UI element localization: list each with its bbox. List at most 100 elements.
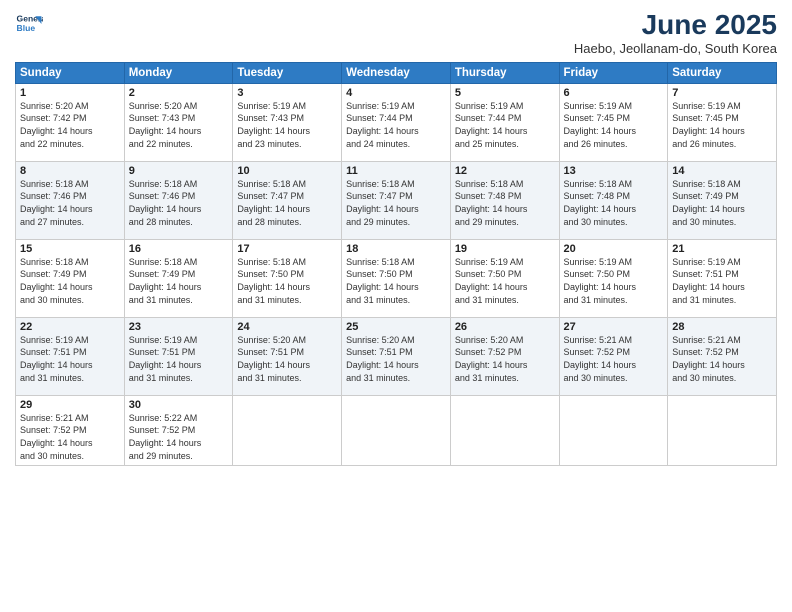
day-info: Sunrise: 5:20 AM Sunset: 7:52 PM Dayligh… <box>455 334 555 384</box>
day-number: 9 <box>129 165 229 177</box>
table-row: 14Sunrise: 5:18 AM Sunset: 7:49 PM Dayli… <box>668 161 777 239</box>
day-number: 29 <box>20 399 120 411</box>
calendar-header-sunday: Sunday <box>16 62 125 83</box>
title-block: June 2025 Haebo, Jeollanam-do, South Kor… <box>574 10 777 56</box>
table-row: 4Sunrise: 5:19 AM Sunset: 7:44 PM Daylig… <box>342 83 451 161</box>
table-row: 12Sunrise: 5:18 AM Sunset: 7:48 PM Dayli… <box>450 161 559 239</box>
day-number: 10 <box>237 165 337 177</box>
day-number: 1 <box>20 87 120 99</box>
day-number: 28 <box>672 321 772 333</box>
day-info: Sunrise: 5:18 AM Sunset: 7:50 PM Dayligh… <box>237 256 337 306</box>
day-info: Sunrise: 5:18 AM Sunset: 7:48 PM Dayligh… <box>455 178 555 228</box>
day-number: 4 <box>346 87 446 99</box>
table-row: 23Sunrise: 5:19 AM Sunset: 7:51 PM Dayli… <box>124 317 233 395</box>
day-info: Sunrise: 5:18 AM Sunset: 7:47 PM Dayligh… <box>237 178 337 228</box>
day-number: 23 <box>129 321 229 333</box>
day-number: 5 <box>455 87 555 99</box>
day-number: 15 <box>20 243 120 255</box>
table-row <box>233 395 342 465</box>
day-number: 21 <box>672 243 772 255</box>
table-row: 9Sunrise: 5:18 AM Sunset: 7:46 PM Daylig… <box>124 161 233 239</box>
table-row: 28Sunrise: 5:21 AM Sunset: 7:52 PM Dayli… <box>668 317 777 395</box>
table-row: 2Sunrise: 5:20 AM Sunset: 7:43 PM Daylig… <box>124 83 233 161</box>
calendar-header-friday: Friday <box>559 62 668 83</box>
day-info: Sunrise: 5:19 AM Sunset: 7:50 PM Dayligh… <box>455 256 555 306</box>
table-row: 25Sunrise: 5:20 AM Sunset: 7:51 PM Dayli… <box>342 317 451 395</box>
day-number: 27 <box>564 321 664 333</box>
day-number: 18 <box>346 243 446 255</box>
day-info: Sunrise: 5:22 AM Sunset: 7:52 PM Dayligh… <box>129 412 229 462</box>
day-number: 14 <box>672 165 772 177</box>
calendar-header-thursday: Thursday <box>450 62 559 83</box>
day-info: Sunrise: 5:19 AM Sunset: 7:44 PM Dayligh… <box>346 100 446 150</box>
calendar-header-saturday: Saturday <box>668 62 777 83</box>
calendar-header-wednesday: Wednesday <box>342 62 451 83</box>
day-info: Sunrise: 5:21 AM Sunset: 7:52 PM Dayligh… <box>20 412 120 462</box>
table-row: 3Sunrise: 5:19 AM Sunset: 7:43 PM Daylig… <box>233 83 342 161</box>
table-row: 29Sunrise: 5:21 AM Sunset: 7:52 PM Dayli… <box>16 395 125 465</box>
table-row: 10Sunrise: 5:18 AM Sunset: 7:47 PM Dayli… <box>233 161 342 239</box>
table-row: 20Sunrise: 5:19 AM Sunset: 7:50 PM Dayli… <box>559 239 668 317</box>
day-number: 16 <box>129 243 229 255</box>
table-row: 7Sunrise: 5:19 AM Sunset: 7:45 PM Daylig… <box>668 83 777 161</box>
day-number: 25 <box>346 321 446 333</box>
calendar-table: SundayMondayTuesdayWednesdayThursdayFrid… <box>15 62 777 466</box>
table-row: 13Sunrise: 5:18 AM Sunset: 7:48 PM Dayli… <box>559 161 668 239</box>
table-row: 26Sunrise: 5:20 AM Sunset: 7:52 PM Dayli… <box>450 317 559 395</box>
day-info: Sunrise: 5:18 AM Sunset: 7:49 PM Dayligh… <box>20 256 120 306</box>
calendar-header-tuesday: Tuesday <box>233 62 342 83</box>
day-info: Sunrise: 5:21 AM Sunset: 7:52 PM Dayligh… <box>672 334 772 384</box>
day-info: Sunrise: 5:20 AM Sunset: 7:51 PM Dayligh… <box>346 334 446 384</box>
day-number: 17 <box>237 243 337 255</box>
table-row <box>668 395 777 465</box>
day-number: 6 <box>564 87 664 99</box>
day-info: Sunrise: 5:18 AM Sunset: 7:47 PM Dayligh… <box>346 178 446 228</box>
svg-text:Blue: Blue <box>17 23 36 33</box>
day-number: 24 <box>237 321 337 333</box>
day-info: Sunrise: 5:21 AM Sunset: 7:52 PM Dayligh… <box>564 334 664 384</box>
day-info: Sunrise: 5:19 AM Sunset: 7:45 PM Dayligh… <box>564 100 664 150</box>
table-row <box>342 395 451 465</box>
day-number: 8 <box>20 165 120 177</box>
day-number: 22 <box>20 321 120 333</box>
table-row: 17Sunrise: 5:18 AM Sunset: 7:50 PM Dayli… <box>233 239 342 317</box>
day-info: Sunrise: 5:19 AM Sunset: 7:43 PM Dayligh… <box>237 100 337 150</box>
page-title: June 2025 <box>574 10 777 41</box>
day-info: Sunrise: 5:18 AM Sunset: 7:48 PM Dayligh… <box>564 178 664 228</box>
table-row: 21Sunrise: 5:19 AM Sunset: 7:51 PM Dayli… <box>668 239 777 317</box>
day-number: 11 <box>346 165 446 177</box>
day-info: Sunrise: 5:18 AM Sunset: 7:49 PM Dayligh… <box>129 256 229 306</box>
day-info: Sunrise: 5:18 AM Sunset: 7:49 PM Dayligh… <box>672 178 772 228</box>
table-row: 18Sunrise: 5:18 AM Sunset: 7:50 PM Dayli… <box>342 239 451 317</box>
page-subtitle: Haebo, Jeollanam-do, South Korea <box>574 41 777 56</box>
day-info: Sunrise: 5:18 AM Sunset: 7:50 PM Dayligh… <box>346 256 446 306</box>
table-row: 5Sunrise: 5:19 AM Sunset: 7:44 PM Daylig… <box>450 83 559 161</box>
day-number: 3 <box>237 87 337 99</box>
day-number: 26 <box>455 321 555 333</box>
table-row: 1Sunrise: 5:20 AM Sunset: 7:42 PM Daylig… <box>16 83 125 161</box>
day-info: Sunrise: 5:20 AM Sunset: 7:51 PM Dayligh… <box>237 334 337 384</box>
table-row <box>450 395 559 465</box>
day-number: 19 <box>455 243 555 255</box>
day-info: Sunrise: 5:20 AM Sunset: 7:43 PM Dayligh… <box>129 100 229 150</box>
day-info: Sunrise: 5:18 AM Sunset: 7:46 PM Dayligh… <box>20 178 120 228</box>
day-number: 12 <box>455 165 555 177</box>
day-number: 7 <box>672 87 772 99</box>
table-row: 16Sunrise: 5:18 AM Sunset: 7:49 PM Dayli… <box>124 239 233 317</box>
day-number: 2 <box>129 87 229 99</box>
table-row: 11Sunrise: 5:18 AM Sunset: 7:47 PM Dayli… <box>342 161 451 239</box>
day-info: Sunrise: 5:19 AM Sunset: 7:51 PM Dayligh… <box>672 256 772 306</box>
logo: General Blue <box>15 10 43 38</box>
day-info: Sunrise: 5:19 AM Sunset: 7:44 PM Dayligh… <box>455 100 555 150</box>
table-row: 6Sunrise: 5:19 AM Sunset: 7:45 PM Daylig… <box>559 83 668 161</box>
table-row: 8Sunrise: 5:18 AM Sunset: 7:46 PM Daylig… <box>16 161 125 239</box>
day-number: 13 <box>564 165 664 177</box>
table-row: 15Sunrise: 5:18 AM Sunset: 7:49 PM Dayli… <box>16 239 125 317</box>
day-info: Sunrise: 5:20 AM Sunset: 7:42 PM Dayligh… <box>20 100 120 150</box>
day-info: Sunrise: 5:19 AM Sunset: 7:45 PM Dayligh… <box>672 100 772 150</box>
table-row <box>559 395 668 465</box>
table-row: 22Sunrise: 5:19 AM Sunset: 7:51 PM Dayli… <box>16 317 125 395</box>
table-row: 24Sunrise: 5:20 AM Sunset: 7:51 PM Dayli… <box>233 317 342 395</box>
table-row: 27Sunrise: 5:21 AM Sunset: 7:52 PM Dayli… <box>559 317 668 395</box>
day-info: Sunrise: 5:19 AM Sunset: 7:51 PM Dayligh… <box>20 334 120 384</box>
